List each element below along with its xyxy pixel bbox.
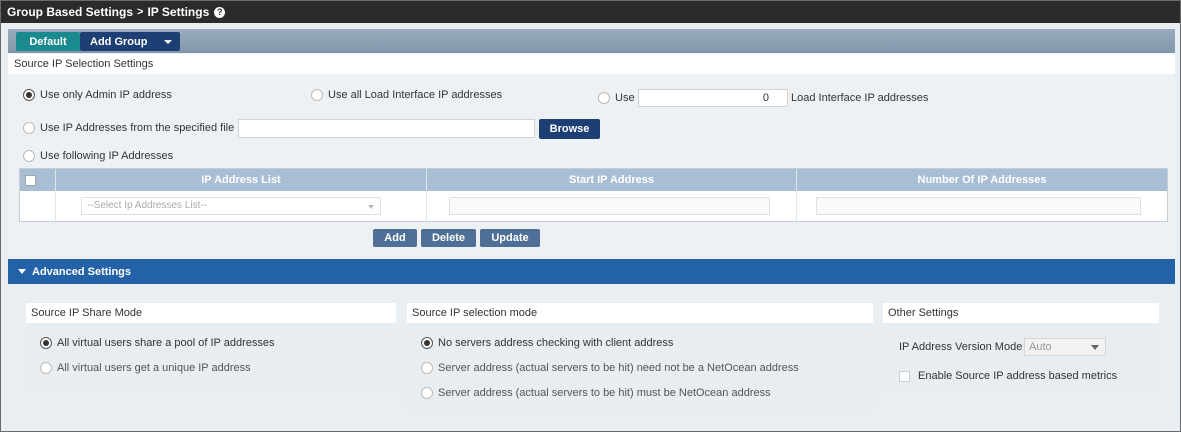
radio-unchecked-icon: [40, 362, 52, 374]
breadcrumb-group-settings[interactable]: Group Based Settings: [7, 5, 133, 19]
start-ip-input[interactable]: [449, 197, 770, 215]
radio-unchecked-icon: [23, 122, 35, 134]
column-number-of-ip: Number Of IP Addresses: [917, 174, 1047, 186]
number-ip-input[interactable]: [816, 197, 1141, 215]
page-title: IP Settings: [147, 5, 210, 19]
number-ip-cell: [797, 191, 1167, 221]
share-mode-title: Source IP Share Mode: [26, 303, 396, 323]
enable-metrics-checkbox[interactable]: Enable Source IP address based metrics: [899, 370, 1117, 382]
add-group-button[interactable]: Add Group: [80, 32, 180, 51]
radio-label: Use only Admin IP address: [40, 89, 172, 101]
ip-version-value: Auto: [1029, 341, 1052, 353]
load-ip-suffix-label: Load Interface IP addresses: [791, 92, 929, 104]
select-all-cell: [20, 169, 56, 191]
advanced-settings-toggle[interactable]: Advanced Settings: [8, 259, 1175, 284]
radio-unchecked-icon: [311, 89, 323, 101]
caret-down-icon: [18, 269, 26, 274]
row-select-cell: [20, 191, 56, 221]
radio-checked-icon: [23, 89, 35, 101]
browse-button[interactable]: Browse: [539, 119, 600, 139]
radio-label: No servers address checking with client …: [438, 337, 674, 349]
radio-label: Use following IP Addresses: [40, 150, 174, 162]
radio-no-server-check[interactable]: No servers address checking with client …: [421, 337, 673, 349]
radio-label: All virtual users get a unique IP addres…: [57, 362, 251, 374]
radio-use-admin-ip[interactable]: Use only Admin IP address: [23, 89, 172, 101]
delete-button[interactable]: Delete: [421, 229, 476, 247]
radio-use-all-load-ip[interactable]: Use all Load Interface IP addresses: [311, 89, 502, 101]
radio-unchecked-icon: [421, 387, 433, 399]
radio-label: Server address (actual servers to be hit…: [438, 362, 799, 374]
file-path-input[interactable]: [238, 119, 535, 138]
start-ip-cell: [427, 191, 797, 221]
advanced-settings-title: Advanced Settings: [32, 265, 132, 278]
radio-unchecked-icon: [421, 362, 433, 374]
radio-label: All virtual users share a pool of IP add…: [57, 337, 275, 349]
toolbar: Default Add Group: [8, 29, 1175, 53]
breadcrumb: Group Based Settings > IP Settings ?: [1, 1, 1180, 23]
radio-checked-icon: [421, 337, 433, 349]
radio-label: Use: [615, 92, 635, 104]
selection-mode-title: Source IP selection mode: [407, 303, 873, 323]
chevron-right-icon: >: [137, 6, 144, 18]
chevron-down-icon: [368, 205, 374, 209]
radio-use-n-load-ip[interactable]: Use: [598, 92, 635, 104]
radio-checked-icon: [40, 337, 52, 349]
ip-list-cell: --Select Ip Addresses List--: [56, 191, 427, 221]
radio-unchecked-icon: [23, 150, 35, 162]
load-ip-count-input[interactable]: 0: [638, 89, 788, 107]
radio-unique-ip[interactable]: All virtual users get a unique IP addres…: [40, 362, 251, 374]
radio-server-need-not-netocean[interactable]: Server address (actual servers to be hit…: [421, 362, 799, 374]
ip-version-select[interactable]: Auto: [1024, 338, 1106, 356]
radio-unchecked-icon: [598, 92, 610, 104]
ip-list-select-placeholder: --Select Ip Addresses List--: [87, 200, 208, 211]
chevron-down-icon: [164, 40, 172, 44]
radio-server-must-netocean[interactable]: Server address (actual servers to be hit…: [421, 387, 771, 399]
ip-settings-window: Group Based Settings > IP Settings ? Def…: [0, 0, 1181, 432]
radio-use-following-ip[interactable]: Use following IP Addresses: [23, 150, 173, 162]
add-group-label: Add Group: [90, 35, 148, 48]
chevron-down-icon: [1091, 345, 1099, 350]
radio-label: Use IP Addresses from the specified file: [40, 122, 235, 134]
ip-address-table: IP Address List Start IP Address Number …: [19, 168, 1168, 222]
source-ip-panel: [8, 53, 1175, 259]
table-row: --Select Ip Addresses List--: [20, 191, 1167, 221]
radio-label: Use all Load Interface IP addresses: [328, 89, 503, 101]
ip-version-label: IP Address Version Mode: [899, 341, 1023, 353]
radio-share-pool[interactable]: All virtual users share a pool of IP add…: [40, 337, 274, 349]
select-all-checkbox[interactable]: [25, 175, 36, 186]
checkbox-unchecked-icon: [899, 370, 910, 382]
radio-label: Server address (actual servers to be hit…: [438, 387, 771, 399]
other-settings-title: Other Settings: [883, 303, 1159, 323]
radio-use-file-ip[interactable]: Use IP Addresses from the specified file: [23, 122, 234, 134]
ip-list-select[interactable]: --Select Ip Addresses List--: [81, 197, 381, 215]
source-ip-section-title: Source IP Selection Settings: [8, 54, 1175, 74]
help-icon[interactable]: ?: [214, 6, 226, 18]
column-start-ip: Start IP Address: [427, 169, 797, 191]
enable-metrics-label: Enable Source IP address based metrics: [918, 370, 1118, 382]
table-header: IP Address List Start IP Address Number …: [20, 169, 1167, 191]
default-button[interactable]: Default: [16, 32, 80, 51]
column-ip-address-list: IP Address List: [56, 169, 427, 191]
update-button[interactable]: Update: [480, 229, 540, 247]
add-button[interactable]: Add: [373, 229, 417, 247]
